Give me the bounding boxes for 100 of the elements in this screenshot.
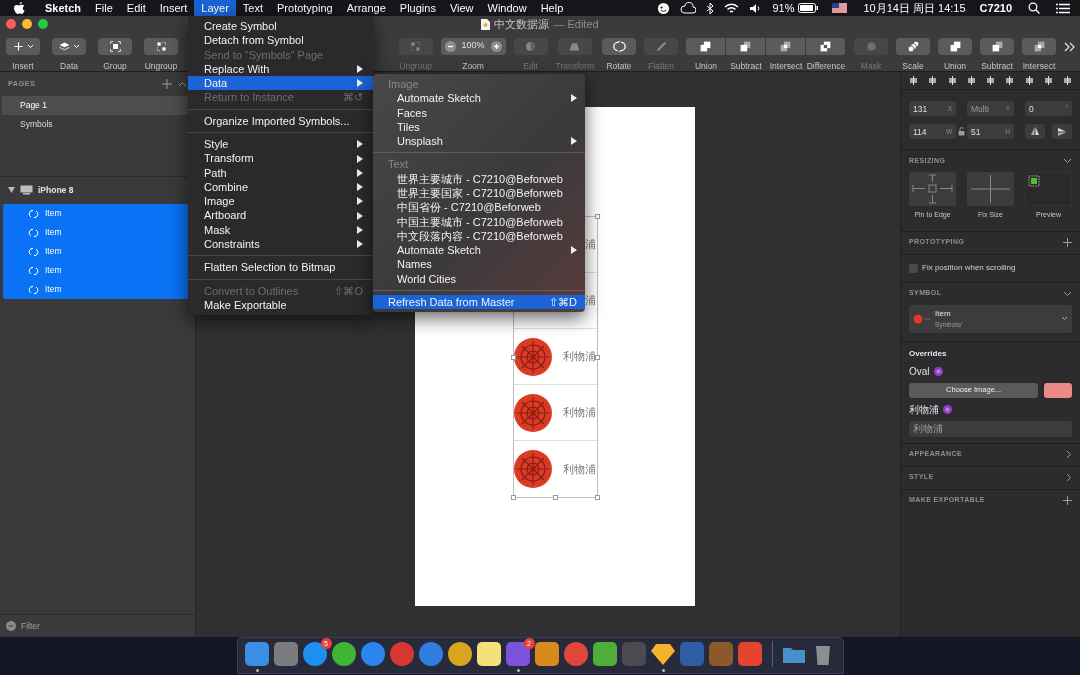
menu-item[interactable]: Faces bbox=[373, 105, 585, 120]
resize-handle[interactable] bbox=[511, 495, 516, 500]
battery-icon[interactable] bbox=[798, 3, 819, 13]
filter-field[interactable]: Filter bbox=[21, 619, 171, 633]
cloud-icon[interactable] bbox=[680, 2, 697, 14]
toolbar-button[interactable] bbox=[938, 37, 972, 55]
speaker-icon[interactable] bbox=[749, 2, 763, 14]
filter-icon[interactable] bbox=[6, 621, 16, 631]
toolbar-button[interactable] bbox=[980, 37, 1014, 55]
alignment-icon[interactable] bbox=[1063, 76, 1072, 85]
menu-title[interactable]: Edit bbox=[119, 0, 153, 16]
more-tools-icon[interactable] bbox=[1064, 41, 1076, 52]
menu-item[interactable]: Organize Imported Symbols... bbox=[188, 113, 373, 129]
menu-item[interactable]: 中国主要城市 - C7210@Beforweb bbox=[373, 214, 585, 229]
menu-title[interactable]: Prototyping bbox=[270, 0, 340, 16]
app-icon[interactable] bbox=[447, 641, 473, 667]
chevron-right-icon[interactable] bbox=[1066, 473, 1072, 482]
app-icon[interactable] bbox=[650, 641, 676, 667]
number-field[interactable]: 51 bbox=[967, 124, 1004, 139]
menu-item[interactable]: 世界主要国家 - C7210@Beforweb bbox=[373, 186, 585, 201]
wifi-icon[interactable] bbox=[724, 2, 740, 14]
alignment-icon[interactable] bbox=[1043, 76, 1053, 85]
alignment-icon[interactable] bbox=[909, 76, 918, 85]
list-icon[interactable] bbox=[1056, 2, 1070, 14]
number-field[interactable]: Multi bbox=[967, 101, 1004, 116]
resize-handle[interactable] bbox=[595, 214, 600, 219]
menu-item[interactable]: Tiles bbox=[373, 119, 585, 135]
resize-handle[interactable] bbox=[595, 495, 600, 500]
zoom-button[interactable] bbox=[38, 19, 48, 30]
checkbox[interactable] bbox=[909, 263, 918, 273]
menu-title[interactable]: Arrange bbox=[339, 0, 393, 16]
app-menu[interactable]: Sketch bbox=[38, 0, 89, 17]
toolbar-button[interactable] bbox=[602, 37, 636, 55]
smiley-badge-icon[interactable] bbox=[657, 1, 671, 15]
number-field[interactable]: 131 bbox=[909, 101, 946, 116]
alignment-icon[interactable] bbox=[1005, 76, 1015, 85]
toolbar-button[interactable] bbox=[1022, 37, 1056, 55]
toolbar-button[interactable] bbox=[896, 37, 930, 55]
menu-title[interactable]: File bbox=[88, 0, 120, 16]
menu-item[interactable]: 中国省份 - C7210@Beforweb bbox=[373, 200, 585, 215]
number-field[interactable]: 0 bbox=[1025, 101, 1062, 116]
search-icon[interactable] bbox=[1028, 2, 1040, 14]
menu-title[interactable]: Insert bbox=[152, 0, 195, 16]
resize-handle[interactable] bbox=[595, 355, 600, 360]
menu-title[interactable]: Layer bbox=[194, 0, 236, 16]
alignment-icon[interactable] bbox=[928, 76, 938, 85]
zoom-in-button[interactable] bbox=[490, 40, 502, 52]
collapse-icon[interactable] bbox=[178, 81, 187, 87]
image-swatch[interactable] bbox=[1044, 382, 1072, 398]
toolbar-button[interactable] bbox=[52, 37, 86, 55]
override-text-field[interactable]: 利物浦 bbox=[909, 420, 1072, 437]
menu-item[interactable]: Create Symbol bbox=[188, 19, 373, 34]
resize-handle[interactable] bbox=[511, 355, 516, 360]
pin-to-edge-diagram[interactable] bbox=[909, 172, 956, 206]
apple-icon[interactable] bbox=[14, 1, 25, 15]
add-icon[interactable] bbox=[162, 79, 172, 89]
alignment-icon[interactable] bbox=[986, 76, 995, 85]
app-icon[interactable] bbox=[476, 641, 502, 667]
chevron-down-icon[interactable] bbox=[1063, 158, 1072, 164]
menu-item[interactable]: Detach from Symbol bbox=[188, 33, 373, 48]
alignment-icon[interactable] bbox=[947, 76, 957, 85]
menu-item[interactable]: Refresh Data from Master ⇧⌘D bbox=[373, 295, 585, 310]
bluetooth-icon[interactable] bbox=[706, 1, 715, 15]
zoom-out-button[interactable] bbox=[444, 40, 456, 52]
app-icon[interactable] bbox=[534, 641, 560, 667]
minimize-button[interactable] bbox=[22, 19, 32, 30]
menu-title[interactable]: Text bbox=[235, 0, 270, 16]
add-icon[interactable] bbox=[1063, 238, 1072, 247]
flip-vertical-button[interactable] bbox=[1052, 124, 1072, 139]
menu-item[interactable]: Path bbox=[188, 165, 373, 180]
toolbar-button[interactable] bbox=[6, 37, 40, 55]
toolbar-button[interactable] bbox=[144, 37, 178, 55]
toolbar-button[interactable] bbox=[98, 37, 132, 55]
user-name[interactable]: C7210 bbox=[979, 0, 1012, 17]
app-icon[interactable] bbox=[592, 641, 618, 667]
app-icon[interactable] bbox=[302, 641, 328, 667]
menu-item[interactable]: Replace With bbox=[188, 61, 373, 77]
menu-item[interactable]: Data bbox=[188, 76, 373, 91]
add-icon[interactable] bbox=[1063, 496, 1072, 505]
menu-item[interactable]: Transform bbox=[188, 151, 373, 166]
flag-icon[interactable] bbox=[832, 3, 848, 13]
chevron-right-icon[interactable] bbox=[1066, 450, 1072, 459]
menu-title[interactable]: View bbox=[442, 0, 481, 16]
menu-item[interactable]: Make Exportable bbox=[188, 298, 373, 313]
menu-item[interactable]: 世界主要城市 - C7210@Beforweb bbox=[373, 171, 585, 187]
menu-item[interactable]: Automate Sketch bbox=[373, 91, 585, 106]
number-field[interactable]: 114 bbox=[909, 124, 946, 139]
lock-icon[interactable] bbox=[958, 127, 965, 136]
app-icon[interactable] bbox=[331, 641, 357, 667]
menu-item[interactable]: 中文段落内容 - C7210@Beforweb bbox=[373, 228, 585, 244]
menu-title[interactable]: Help bbox=[533, 0, 571, 16]
chevron-down-icon[interactable] bbox=[1063, 290, 1072, 297]
menu-item[interactable]: World Cities bbox=[373, 271, 585, 287]
menu-item[interactable]: Automate Sketch bbox=[373, 243, 585, 258]
alignment-icon[interactable] bbox=[1024, 76, 1034, 85]
menu-title[interactable]: Plugins bbox=[392, 0, 443, 16]
clock[interactable]: 10月14日 周日 14:15 bbox=[863, 0, 966, 17]
menu-item[interactable]: Style bbox=[188, 137, 373, 152]
resize-handle[interactable] bbox=[553, 495, 558, 500]
menu-item[interactable]: Names bbox=[373, 257, 585, 272]
